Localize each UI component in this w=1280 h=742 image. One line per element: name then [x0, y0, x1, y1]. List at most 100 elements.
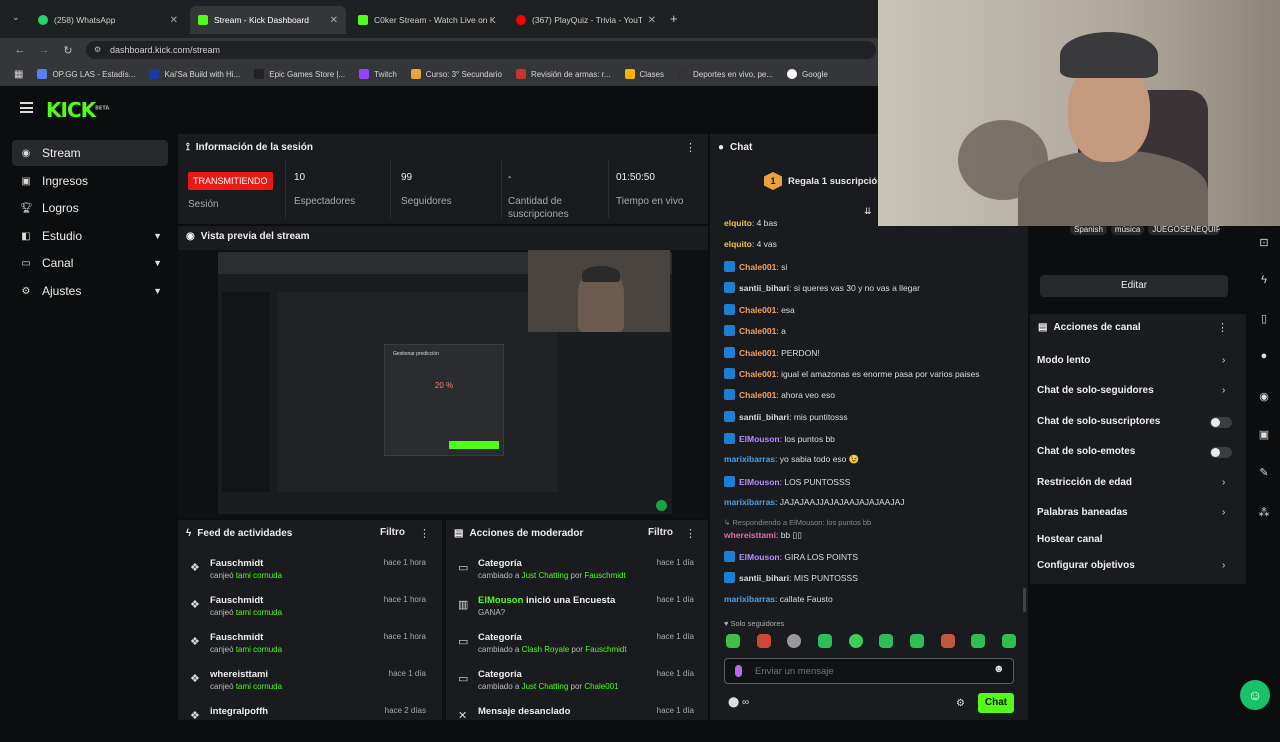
bookmark-item[interactable]: OP.GG LAS - Estadís...: [37, 69, 135, 79]
chat-username[interactable]: Chale001: [739, 326, 776, 336]
broadcast-icon[interactable]: ◉: [1256, 390, 1272, 403]
host-channel-item[interactable]: Hostear canal: [1037, 534, 1103, 545]
emote-icon[interactable]: [756, 634, 771, 648]
microphone-icon[interactable]: [735, 665, 742, 677]
chat-username[interactable]: Chale001: [739, 262, 776, 272]
bookmark-item[interactable]: Deportes en vivo, pe...: [677, 69, 773, 79]
bookmark-item[interactable]: Clases: [624, 69, 664, 79]
new-tab-button[interactable]: +: [670, 11, 678, 26]
chat-username[interactable]: ElMouson: [739, 477, 780, 487]
emote-icon[interactable]: [848, 634, 863, 648]
address-bar[interactable]: ⚙ dashboard.kick.com/stream: [86, 41, 876, 59]
chat-username[interactable]: whereisttami: [724, 530, 776, 540]
chat-input[interactable]: ☻: [724, 658, 1014, 684]
bookmark-item[interactable]: Curso: 3° Secundario: [410, 69, 502, 79]
emote-icon[interactable]: [909, 634, 924, 648]
sidebar-item-ingresos[interactable]: ▣ Ingresos: [12, 168, 168, 194]
chat-username[interactable]: marixibarras: [724, 497, 775, 507]
tab-search-chevron[interactable]: ⌄: [12, 12, 20, 23]
close-icon[interactable]: ✕: [648, 15, 656, 26]
filter-button[interactable]: Filtro: [380, 527, 405, 538]
edit-button[interactable]: Editar: [1040, 275, 1228, 297]
phone-icon[interactable]: ▯: [1256, 312, 1272, 325]
wrench-icon[interactable]: ✎: [1256, 466, 1272, 479]
chat-username[interactable]: ElMouson: [739, 434, 780, 444]
chat-username[interactable]: Chale001: [739, 369, 776, 379]
emote-icon[interactable]: [787, 634, 802, 648]
share-icon[interactable]: ⁂: [1256, 506, 1272, 519]
stream-preview-video[interactable]: Gestionar predicción 20 %: [178, 250, 708, 518]
screen-icon[interactable]: ⊡: [1256, 236, 1272, 249]
close-icon[interactable]: ✕: [170, 15, 178, 26]
chat-message-field[interactable]: [755, 663, 985, 679]
emote-icon[interactable]: [726, 634, 740, 648]
banned-words-item[interactable]: Palabras baneadas: [1037, 507, 1128, 518]
bookmark-item[interactable]: Kai'Sa Build with Hi...: [149, 69, 240, 79]
tab-whatsapp[interactable]: (258) WhatsApp ✕: [30, 6, 186, 34]
chat-username[interactable]: Chale001: [739, 348, 776, 358]
chevron-right-icon[interactable]: ›: [1222, 560, 1225, 571]
chat-fab-icon[interactable]: ☺: [1240, 680, 1270, 710]
chat-username[interactable]: santii_bihari: [739, 573, 789, 583]
chat-username[interactable]: Chale001: [739, 390, 776, 400]
sidebar-item-estudio[interactable]: ◧ Estudio ▼: [12, 223, 168, 249]
bookmark-item[interactable]: Twitch: [359, 69, 397, 79]
emotes-only-toggle[interactable]: [1210, 447, 1232, 458]
sidebar-item-logros[interactable]: 🏆︎ Logros: [12, 195, 168, 221]
subscribers-only-toggle[interactable]: [1210, 417, 1232, 428]
reload-icon[interactable]: ↻: [56, 44, 80, 57]
close-icon[interactable]: ✕: [330, 15, 338, 26]
points-display[interactable]: ⬤ ∞: [728, 697, 749, 708]
tab-kick-dashboard[interactable]: Stream - Kick Dashboard ✕: [190, 6, 346, 34]
emote-icon[interactable]: [1001, 634, 1016, 648]
emote-icon[interactable]: [879, 634, 894, 648]
sidebar-item-canal[interactable]: ▭ Canal ▼: [12, 250, 168, 276]
more-options-icon[interactable]: ⋮: [685, 141, 696, 154]
back-icon[interactable]: ←: [8, 44, 32, 56]
chat-bubble-icon[interactable]: ●: [1256, 350, 1272, 362]
age-restriction-item[interactable]: Restricción de edad: [1037, 477, 1132, 488]
chat-username[interactable]: santii_bihari: [739, 412, 789, 422]
site-info-icon[interactable]: ⚙: [94, 41, 101, 59]
menu-icon[interactable]: [20, 102, 33, 113]
video-icon[interactable]: ▣: [1256, 428, 1272, 441]
followers-only-item[interactable]: Chat de solo-seguidores: [1037, 385, 1154, 396]
tab-youtube[interactable]: (367) PlayQuiz - Trivia - YouTub ✕: [508, 6, 664, 34]
goals-item[interactable]: Configurar objetivos: [1037, 560, 1135, 571]
bookmark-item[interactable]: Revisión de armas: r...: [515, 69, 611, 79]
emote-icon[interactable]: [940, 634, 955, 648]
bolt-icon[interactable]: ϟ: [1256, 274, 1272, 286]
bookmark-item[interactable]: Epic Games Store |...: [254, 69, 345, 79]
chat-username[interactable]: marixibarras: [724, 454, 775, 464]
scroll-down-icon[interactable]: ⇊: [864, 206, 872, 217]
gift-banner[interactable]: 1 Regala 1 suscripción: [764, 172, 883, 190]
chat-username[interactable]: Chale001: [739, 305, 776, 315]
chevron-right-icon[interactable]: ›: [1222, 507, 1225, 518]
emote-icon[interactable]: [817, 634, 832, 648]
slow-mode-item[interactable]: Modo lento: [1037, 355, 1090, 366]
forward-icon[interactable]: →: [32, 44, 56, 56]
emoji-icon[interactable]: ☻: [993, 663, 1005, 675]
kick-logo[interactable]: KICKBETA: [46, 98, 109, 122]
chat-username[interactable]: ElMouson: [739, 552, 780, 562]
more-options-icon[interactable]: ⋮: [1217, 321, 1228, 334]
chat-username[interactable]: elquito: [724, 239, 752, 249]
more-options-icon[interactable]: ⋮: [685, 527, 696, 540]
bookmark-item[interactable]: Google: [787, 69, 828, 79]
sidebar-item-ajustes[interactable]: ⚙ Ajustes ▼: [12, 278, 168, 304]
chat-username[interactable]: elquito: [724, 218, 752, 228]
chat-username[interactable]: marixibarras: [724, 594, 775, 604]
chevron-right-icon[interactable]: ›: [1222, 355, 1225, 366]
chevron-right-icon[interactable]: ›: [1222, 385, 1225, 396]
more-options-icon[interactable]: ⋮: [419, 527, 430, 540]
tab-kick-channel[interactable]: C0ker Stream - Watch Live on K: [350, 6, 506, 34]
chat-settings-icon[interactable]: ⚙: [956, 698, 965, 709]
sidebar-item-stream[interactable]: ◉ Stream: [12, 140, 168, 166]
emote-icon[interactable]: [971, 634, 986, 648]
chat-scrollbar[interactable]: [1023, 588, 1026, 612]
filter-button[interactable]: Filtro: [648, 527, 673, 538]
apps-icon[interactable]: ▦: [14, 69, 23, 80]
chat-username[interactable]: santii_bihari: [739, 283, 789, 293]
chevron-right-icon[interactable]: ›: [1222, 477, 1225, 488]
chat-send-button[interactable]: Chat: [978, 693, 1014, 713]
